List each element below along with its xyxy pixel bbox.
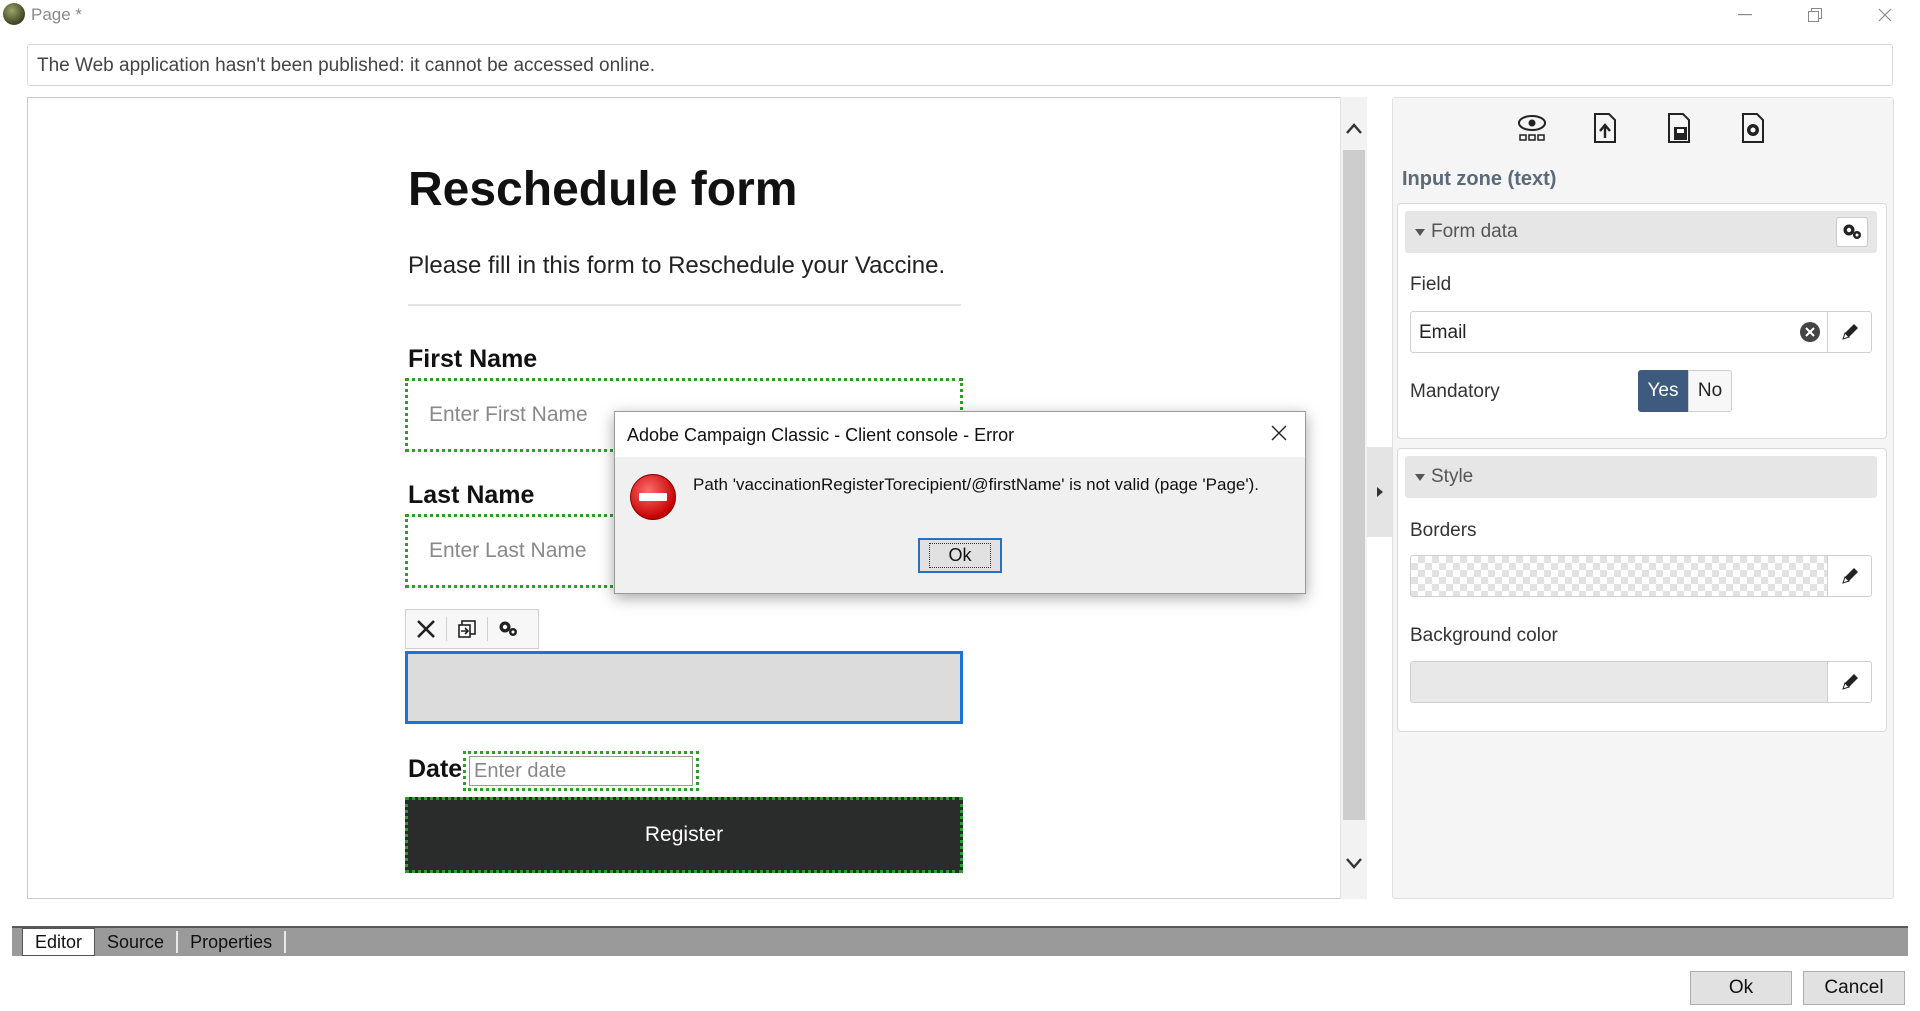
close-icon [1271,425,1287,441]
window-titlebar [0,0,1920,30]
first-name-label: First Name [408,345,538,373]
date-input[interactable]: Enter date [469,756,693,786]
tab-editor[interactable]: Editor [22,928,96,956]
borders-edit-button[interactable] [1827,555,1872,597]
last-name-label: Last Name [408,481,535,509]
tab-properties[interactable]: Properties [178,931,287,953]
panel-title: Input zone (text) [1402,168,1557,190]
preview-button[interactable] [1516,111,1548,145]
error-stop-icon [630,474,676,520]
scroll-down-button[interactable] [1343,852,1365,874]
settings-gear-icon [499,621,517,636]
move-element-button[interactable] [447,610,487,648]
close-window-button[interactable] [1850,0,1920,30]
field-edit-button[interactable] [1827,311,1872,353]
scroll-up-button[interactable] [1343,118,1365,140]
page-settings-button[interactable] [1738,111,1770,145]
clear-icon [1805,327,1815,337]
caret-down-icon [1415,473,1425,481]
date-label: Date [408,755,463,783]
move-icon [458,620,476,638]
pencil-icon [1841,674,1858,690]
mandatory-label: Mandatory [1410,381,1500,402]
delete-icon [417,620,435,638]
scrollbar-thumb[interactable] [1343,150,1365,820]
style-header[interactable]: Style [1405,456,1877,498]
field-label: Field [1410,274,1452,295]
collapse-panel-button[interactable] [1367,447,1392,537]
caret-down-icon [1415,228,1425,236]
borders-label: Borders [1410,520,1477,541]
page-up-icon [1594,113,1616,143]
pencil-icon [1841,568,1858,584]
restore-button[interactable] [1780,0,1850,30]
chevron-up-icon [1346,123,1362,134]
caret-right-icon [1376,487,1383,497]
element-toolbar [405,609,539,649]
style-title: Style [1431,466,1474,487]
background-color-value[interactable] [1410,661,1828,703]
dialog-ok-label: Ok [929,543,991,568]
mandatory-yes-toggle[interactable]: Yes [1638,370,1688,412]
first-name-placeholder: Enter First Name [429,403,588,426]
form-data-title: Form data [1431,221,1518,242]
panel-toolbar [1393,98,1893,158]
preview-eye-icon [1518,115,1546,141]
page-save-icon [1668,113,1690,143]
tab-source[interactable]: Source [95,931,179,953]
last-name-placeholder: Enter Last Name [429,539,587,562]
register-button[interactable]: Register [405,797,963,873]
app-icon [3,3,25,25]
divider [408,304,961,306]
date-input-wrapper: Enter date [463,751,699,791]
background-color-label: Background color [1410,625,1558,646]
form-description: Please fill in this form to Reschedule y… [408,252,946,279]
page-settings-icon [1742,113,1764,143]
publish-warning-banner: The Web application hasn't been publishe… [27,44,1893,86]
borders-value[interactable] [1410,555,1828,597]
form-data-settings-button[interactable] [1836,217,1868,247]
element-settings-button[interactable] [488,610,528,648]
background-color-edit-button[interactable] [1827,661,1872,703]
dialog-close-button[interactable] [1266,420,1292,446]
form-title: Reschedule form [408,163,798,216]
pencil-icon [1841,324,1858,340]
ok-button[interactable]: Ok [1690,971,1792,1005]
form-data-header[interactable]: Form data [1405,211,1877,253]
page-up-button[interactable] [1590,111,1622,145]
settings-gear-icon [1843,224,1861,239]
page-save-button[interactable] [1664,111,1696,145]
editor-tabbar: Editor Source Properties [12,926,1908,956]
mandatory-no-toggle[interactable]: No [1688,370,1732,412]
minimize-button[interactable] [1710,0,1780,30]
dialog-title: Adobe Campaign Classic - Client console … [627,425,1015,445]
delete-element-button[interactable] [406,610,446,648]
error-message: Path 'vaccinationRegisterTorecipient/@fi… [693,475,1260,494]
chevron-down-icon [1346,858,1362,869]
window-title: Page * [31,5,83,24]
cancel-button[interactable]: Cancel [1803,971,1905,1005]
close-icon [1878,8,1892,22]
dialog-ok-button[interactable]: Ok [918,538,1002,573]
minimize-icon [1738,14,1752,16]
clear-field-button[interactable] [1800,322,1820,342]
restore-icon [1808,8,1822,22]
field-input[interactable]: Email [1410,311,1828,353]
selected-input-zone[interactable] [405,651,963,724]
